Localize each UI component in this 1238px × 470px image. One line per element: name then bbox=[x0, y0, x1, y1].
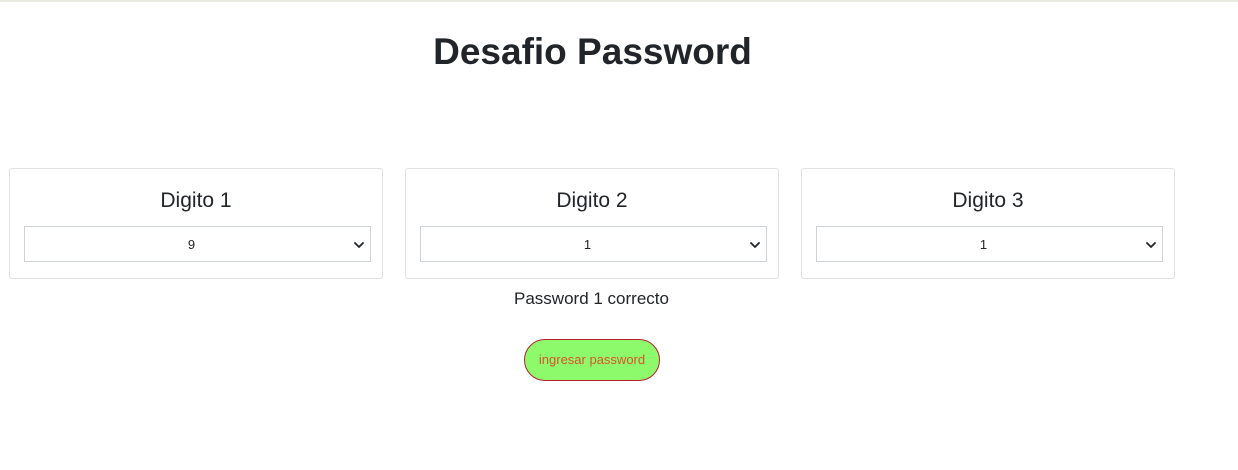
top-divider bbox=[0, 0, 1238, 2]
digit-label-1: Digito 1 bbox=[160, 189, 232, 212]
chevron-down-icon bbox=[750, 242, 760, 248]
digit-card-3: Digito 3 1 bbox=[801, 168, 1175, 279]
chevron-down-icon bbox=[1146, 242, 1156, 248]
digit-select-3[interactable]: 1 bbox=[816, 226, 1163, 262]
chevron-down-icon bbox=[354, 242, 364, 248]
digit-select-2[interactable]: 1 bbox=[420, 226, 767, 262]
digit-card-2: Digito 2 1 bbox=[405, 168, 779, 279]
status-message: Password 1 correcto bbox=[514, 289, 669, 308]
digit-label-2: Digito 2 bbox=[556, 189, 628, 212]
page-title: Desafio Password bbox=[433, 31, 752, 72]
digit-select-value-2: 1 bbox=[583, 237, 592, 252]
digit-label-3: Digito 3 bbox=[952, 189, 1024, 212]
digit-select-value-3: 1 bbox=[979, 237, 988, 252]
digit-cards: Digito 1 9 Digito 2 1 Digito 3 1 bbox=[9, 168, 1175, 279]
submit-password-button[interactable]: ingresar password bbox=[524, 339, 660, 381]
digit-select-value-1: 9 bbox=[187, 237, 196, 252]
digit-select-1[interactable]: 9 bbox=[24, 226, 371, 262]
digit-card-1: Digito 1 9 bbox=[9, 168, 383, 279]
